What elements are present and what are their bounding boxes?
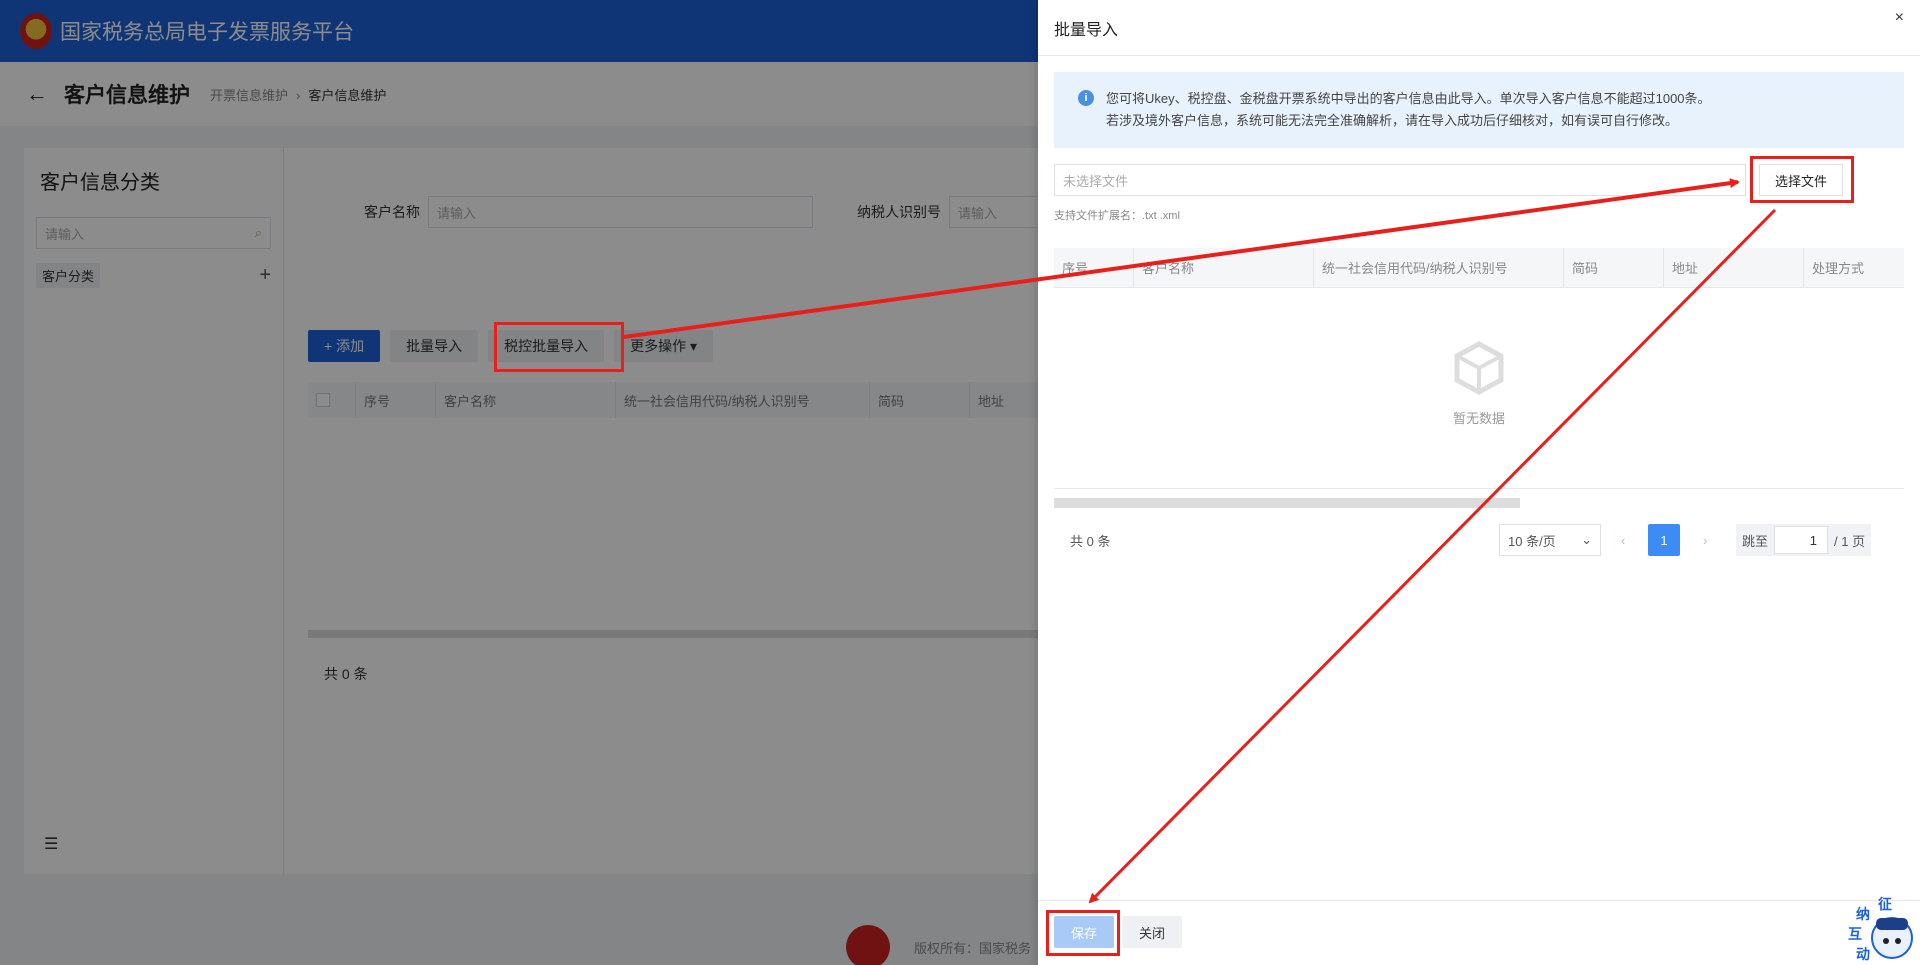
annotation-arrow	[1088, 208, 1777, 904]
help-mascot[interactable]: 征 纳 互 动	[1846, 896, 1914, 965]
annotation-arrow	[623, 178, 1740, 339]
mascot-label: 互	[1848, 926, 1862, 942]
mascot-label: 动	[1856, 946, 1870, 962]
mascot-label: 征	[1878, 896, 1892, 912]
mascot-label: 纳	[1856, 906, 1870, 922]
annotation-arrows	[623, 178, 1777, 904]
